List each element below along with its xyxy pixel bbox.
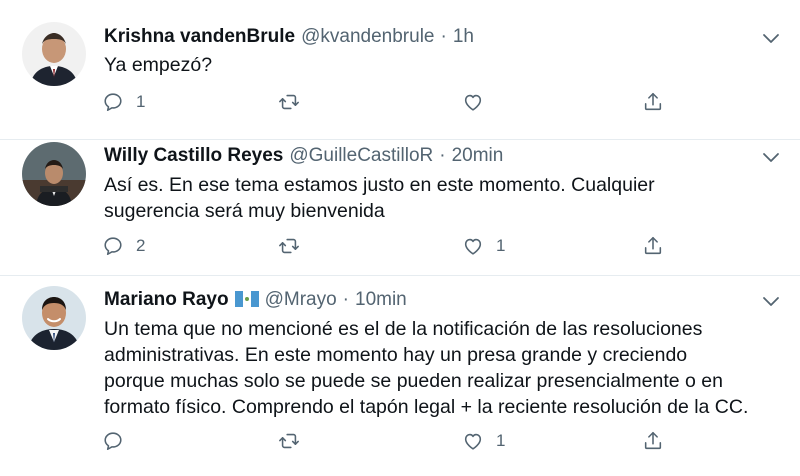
tweet-header: Willy Castillo Reyes @GuilleCastilloR · … <box>104 145 503 171</box>
author-handle[interactable]: @Mrayo <box>265 289 337 311</box>
reply-button[interactable] <box>102 430 136 452</box>
reply-count: 2 <box>136 236 146 255</box>
timestamp[interactable]: 10min <box>355 289 407 311</box>
retweet-button[interactable] <box>278 430 312 452</box>
share-icon <box>642 430 664 452</box>
retweet-icon <box>278 91 300 113</box>
heart-icon <box>462 430 484 452</box>
avatar[interactable] <box>22 286 86 350</box>
chevron-down-icon[interactable] <box>762 296 780 308</box>
tweet-actions: 1 <box>102 430 682 456</box>
share-icon <box>642 235 664 257</box>
retweet-icon <box>278 235 300 257</box>
separator-dot: · <box>342 289 349 310</box>
guatemala-flag-icon <box>234 291 259 307</box>
tweet-text: Así es. En ese tema estamos justo en est… <box>104 172 784 224</box>
tweet-header: Mariano Rayo @Mrayo · 10min <box>104 289 407 315</box>
tweet-header: Krishna vandenBrule @kvandenbrule · 1h <box>104 26 474 52</box>
tweet-text-line: porque muchas solo se puede se pueden re… <box>104 370 723 392</box>
chevron-down-icon[interactable] <box>762 152 780 164</box>
heart-icon <box>462 91 484 113</box>
retweet-button[interactable] <box>278 91 312 113</box>
reply-icon <box>102 235 124 257</box>
share-button[interactable] <box>642 235 664 257</box>
author-handle[interactable]: @GuilleCastilloR <box>289 145 433 167</box>
author-name[interactable]: Willy Castillo Reyes <box>104 145 283 167</box>
author-name[interactable]: Mariano Rayo <box>104 289 229 311</box>
tweet-actions: 1 <box>102 91 682 117</box>
retweet-button[interactable] <box>278 235 312 257</box>
tweet-text-line: Así es. En ese tema estamos justo en est… <box>104 174 655 196</box>
heart-icon <box>462 235 484 257</box>
author-name[interactable]: Krishna vandenBrule <box>104 26 295 48</box>
share-button[interactable] <box>642 91 664 113</box>
tweet-text-line: formato físico. Comprendo el tapón legal… <box>104 396 749 418</box>
separator-dot: · <box>439 145 446 166</box>
tweet-text-line: sugerencia será muy bienvenida <box>104 200 385 222</box>
chevron-down-icon[interactable] <box>762 33 780 45</box>
tweet[interactable]: Mariano Rayo @Mrayo · 10min Un tema que … <box>0 276 800 476</box>
like-button[interactable]: 1 <box>462 430 505 452</box>
tweet[interactable]: Willy Castillo Reyes @GuilleCastilloR · … <box>0 140 800 274</box>
tweet-text: Ya empezó? <box>104 52 784 78</box>
reply-count: 1 <box>136 92 146 111</box>
tweet-actions: 2 1 <box>102 235 682 261</box>
like-count: 1 <box>496 431 506 450</box>
tweet[interactable]: Krishna vandenBrule @kvandenbrule · 1h Y… <box>0 0 800 139</box>
like-button[interactable] <box>462 91 496 113</box>
reply-button[interactable]: 1 <box>102 91 145 113</box>
like-button[interactable]: 1 <box>462 235 505 257</box>
retweet-icon <box>278 430 300 452</box>
reply-icon <box>102 91 124 113</box>
like-count: 1 <box>496 236 506 255</box>
tweet-text: Un tema que no mencioné es el de la noti… <box>104 316 784 420</box>
tweet-text-line: Un tema que no mencioné es el de la noti… <box>104 318 703 340</box>
separator-dot: · <box>440 26 447 47</box>
timestamp[interactable]: 1h <box>453 26 474 48</box>
tweet-text-line: administrativas. En este momento hay un … <box>104 344 688 366</box>
reply-icon <box>102 430 124 452</box>
avatar[interactable] <box>22 22 86 86</box>
tweet-text-line: Ya empezó? <box>104 54 213 76</box>
timestamp[interactable]: 20min <box>452 145 504 167</box>
author-handle[interactable]: @kvandenbrule <box>301 26 434 48</box>
share-icon <box>642 91 664 113</box>
avatar[interactable] <box>22 142 86 206</box>
share-button[interactable] <box>642 430 664 452</box>
reply-button[interactable]: 2 <box>102 235 145 257</box>
